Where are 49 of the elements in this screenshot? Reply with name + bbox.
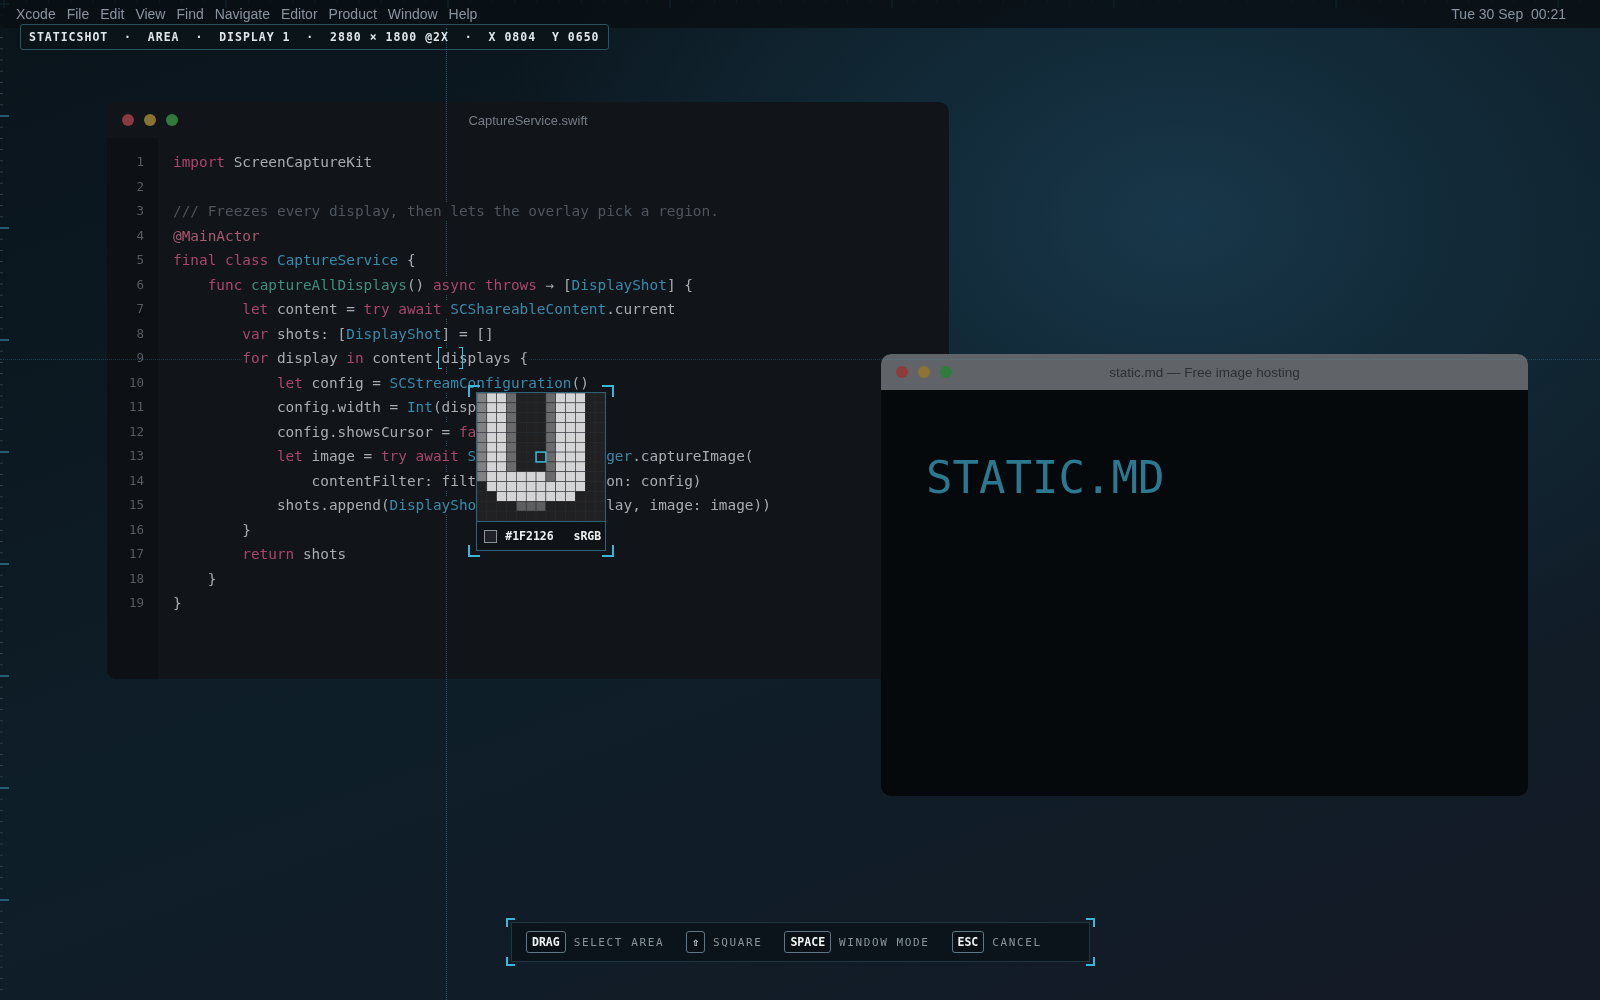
line-number: 13 bbox=[128, 447, 144, 465]
clock: Tue 30 Sep 00:21 bbox=[1451, 6, 1566, 22]
menu-item[interactable]: File bbox=[66, 6, 90, 22]
menu-item[interactable]: Xcode bbox=[16, 6, 56, 22]
menu-item[interactable]: View bbox=[135, 6, 166, 22]
line-number: 9 bbox=[136, 349, 144, 367]
line-number: 10 bbox=[128, 373, 144, 392]
line-number: 2 bbox=[136, 177, 144, 196]
capture-readout: STATICSHOT · AREA · DISPLAY 1 · 2880 × 1800 @2X · X 0804 Y 0650 bbox=[20, 24, 609, 50]
hint-label: CANCEL bbox=[992, 935, 1042, 949]
line-number: 5 bbox=[136, 251, 144, 269]
key-cap: SPACE bbox=[784, 931, 832, 953]
key-cap: DRAG bbox=[526, 931, 566, 953]
close-button[interactable] bbox=[122, 114, 134, 126]
code-fragment: lay, image: image)) bbox=[606, 496, 771, 514]
menu-item[interactable]: Editor bbox=[281, 6, 318, 22]
menu-item[interactable]: Edit bbox=[100, 6, 125, 22]
line-number: 7 bbox=[136, 300, 144, 318]
color-swatch bbox=[484, 529, 498, 543]
line-number: 11 bbox=[128, 398, 144, 416]
line-number: 8 bbox=[136, 324, 144, 343]
menu-item[interactable]: Navigate bbox=[214, 6, 270, 22]
line-number: 14 bbox=[128, 471, 144, 490]
key-cap: ⇧ bbox=[686, 931, 706, 953]
line-number: 4 bbox=[136, 226, 144, 245]
zoom-button[interactable] bbox=[166, 114, 178, 126]
line-number: 16 bbox=[128, 520, 144, 539]
window-title: CaptureService.swift bbox=[468, 112, 588, 128]
minimize-button[interactable] bbox=[144, 114, 156, 126]
line-number: 3 bbox=[136, 202, 144, 220]
hex-value: #1F2126 bbox=[505, 529, 554, 543]
line-number: 17 bbox=[128, 545, 144, 563]
line-number: 6 bbox=[136, 275, 144, 294]
code-fragment: ger.captureImage( bbox=[606, 447, 754, 465]
line-number: 19 bbox=[128, 594, 144, 612]
hint-label: SQUARE bbox=[713, 935, 763, 949]
line-number: 1 bbox=[136, 153, 144, 171]
key-cap: ESC bbox=[951, 931, 985, 953]
menu-item[interactable]: Product bbox=[328, 6, 377, 22]
page-heading: STATIC.MD bbox=[926, 452, 1165, 503]
menu-item[interactable]: Help bbox=[448, 6, 478, 22]
hint-label: SELECT AREA bbox=[573, 935, 665, 949]
line-number: 18 bbox=[128, 569, 144, 588]
color-space-label: sRGB bbox=[573, 529, 602, 543]
line-number: 12 bbox=[128, 422, 144, 441]
line-number: 15 bbox=[128, 496, 144, 514]
menu-item[interactable]: Find bbox=[176, 6, 204, 22]
menu-item[interactable]: Window bbox=[387, 6, 438, 22]
hint-label: WINDOW MODE bbox=[839, 935, 930, 949]
